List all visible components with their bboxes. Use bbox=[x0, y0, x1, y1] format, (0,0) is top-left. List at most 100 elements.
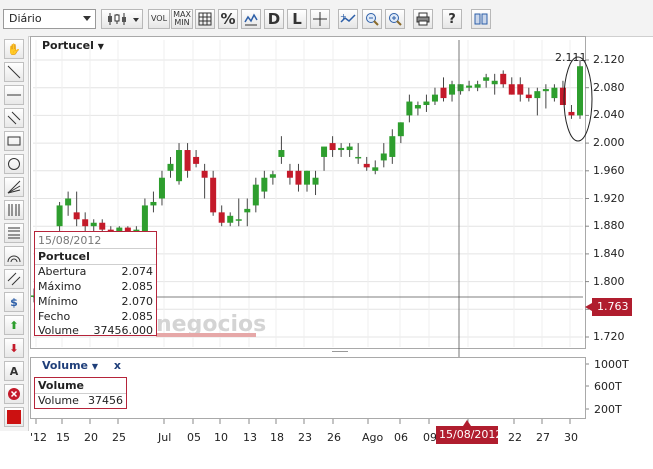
candle-body bbox=[466, 85, 473, 88]
date-tick-label: 15 bbox=[56, 431, 70, 444]
volume-title-label: Volume bbox=[42, 359, 88, 372]
date-tick-label: 18 bbox=[270, 431, 284, 444]
candle-body bbox=[346, 146, 353, 151]
symbol-title[interactable]: Portucel ▼ bbox=[42, 39, 104, 52]
info-date: 15/08/2012 bbox=[38, 234, 102, 247]
candle-body bbox=[73, 212, 80, 220]
cursor-price-tag: 1.763 bbox=[592, 298, 632, 316]
info-title: Portucel bbox=[38, 250, 90, 263]
candle-body bbox=[542, 89, 549, 92]
chevron-down-icon: ▼ bbox=[91, 362, 98, 371]
symbol-label: Portucel bbox=[42, 39, 94, 52]
candle-body bbox=[474, 84, 481, 88]
volume-box-label: Volume bbox=[38, 394, 79, 407]
candle-body bbox=[508, 84, 515, 95]
candle-body bbox=[286, 170, 293, 178]
candle-body bbox=[338, 147, 345, 151]
volume-tick-200: 200T bbox=[594, 403, 622, 416]
volume-panel-title[interactable]: Volume ▼ x bbox=[42, 359, 121, 372]
candle-body bbox=[414, 105, 421, 109]
price-tick-label: 2.040 bbox=[593, 108, 625, 122]
candle-body bbox=[82, 219, 89, 227]
price-tick-label: 1.960 bbox=[593, 163, 625, 177]
candle-body bbox=[406, 101, 413, 116]
candle-body bbox=[252, 184, 259, 206]
date-tick-label: 30 bbox=[564, 431, 578, 444]
candle-body bbox=[355, 156, 362, 159]
candle-body bbox=[363, 163, 370, 168]
candle-body bbox=[534, 91, 541, 99]
price-tick-label: 2.080 bbox=[593, 80, 625, 94]
info-row-low: Mínimo 2.070 bbox=[38, 295, 153, 308]
candle-body bbox=[525, 94, 532, 99]
candle-body bbox=[269, 174, 276, 178]
candle-body bbox=[278, 150, 285, 157]
candle-body bbox=[227, 215, 234, 223]
date-tick-label: 25 bbox=[112, 431, 126, 444]
candle-body bbox=[261, 177, 268, 192]
watermark-underline bbox=[156, 333, 256, 337]
candle-body bbox=[380, 153, 387, 161]
candle-body bbox=[449, 84, 456, 95]
info-row-open: Abertura 2.074 bbox=[38, 265, 153, 278]
candle-body bbox=[193, 156, 200, 164]
price-tick-label: 1.840 bbox=[593, 246, 625, 260]
candle-body bbox=[90, 222, 97, 227]
date-tick-label: '12 bbox=[30, 431, 48, 444]
price-tick-label: 2.000 bbox=[593, 136, 625, 150]
candle-body bbox=[440, 87, 447, 99]
price-tick-label: 1.800 bbox=[593, 274, 625, 288]
candle-body bbox=[551, 87, 558, 99]
volume-tick-600: 600T bbox=[594, 380, 622, 393]
cursor-price-pointer bbox=[585, 303, 592, 311]
date-tick-label: 09 bbox=[423, 431, 437, 444]
candle-body bbox=[304, 170, 310, 185]
date-tick-label: 20 bbox=[84, 431, 98, 444]
price-tick-label: 1.920 bbox=[593, 191, 625, 205]
volume-close-button[interactable]: x bbox=[114, 359, 121, 372]
info-row-close: Fecho 2.085 bbox=[38, 310, 153, 323]
price-tick-label: 2.120 bbox=[593, 53, 625, 66]
volume-tick-1000: 1000T bbox=[594, 358, 629, 371]
date-tick-label: 13 bbox=[243, 431, 257, 444]
watermark: negocios bbox=[156, 312, 266, 337]
candle-body bbox=[517, 84, 524, 95]
candle-body bbox=[65, 198, 72, 206]
candle-body bbox=[235, 219, 242, 221]
candle-body bbox=[210, 177, 217, 213]
candle-body bbox=[244, 208, 251, 213]
candle-body bbox=[321, 146, 328, 157]
candle-body bbox=[500, 73, 507, 85]
date-tick-label: 26 bbox=[327, 431, 341, 444]
chevron-down-icon: ▼ bbox=[97, 42, 104, 51]
date-tick-label: 27 bbox=[536, 431, 550, 444]
candle-body bbox=[150, 201, 157, 206]
date-tick-label: 06 bbox=[394, 431, 408, 444]
candle-body bbox=[218, 212, 225, 223]
candle-body bbox=[329, 143, 336, 151]
candle-body bbox=[176, 150, 183, 182]
candle-body bbox=[491, 80, 498, 85]
candle-body bbox=[184, 150, 191, 171]
candle-body bbox=[141, 205, 148, 234]
candle-body bbox=[372, 167, 379, 171]
date-tick-label: 05 bbox=[187, 431, 201, 444]
cursor-date-tag: 15/08/2012 bbox=[436, 426, 502, 444]
candle-body bbox=[158, 177, 165, 199]
date-tick-label: 22 bbox=[508, 431, 522, 444]
candle-body bbox=[99, 222, 106, 230]
candle-body bbox=[312, 177, 319, 185]
candle-body bbox=[457, 84, 464, 92]
candle-body bbox=[397, 122, 404, 137]
info-row-volume: Volume 37456.000 bbox=[38, 324, 153, 337]
date-tick-label: 10 bbox=[214, 431, 228, 444]
volume-box-value: 37456 bbox=[88, 394, 123, 407]
candle-body bbox=[295, 170, 302, 185]
price-tick-label: 1.720 bbox=[593, 330, 625, 343]
ohlc-info-box: 15/08/2012 Portucel Abertura 2.074 Máximo… bbox=[34, 231, 157, 337]
highlight-ellipse[interactable] bbox=[561, 54, 595, 144]
candle-body bbox=[431, 94, 438, 102]
volume-box-title: Volume bbox=[38, 379, 84, 392]
candle-body bbox=[423, 101, 430, 106]
price-tick-label: 1.880 bbox=[593, 219, 625, 233]
